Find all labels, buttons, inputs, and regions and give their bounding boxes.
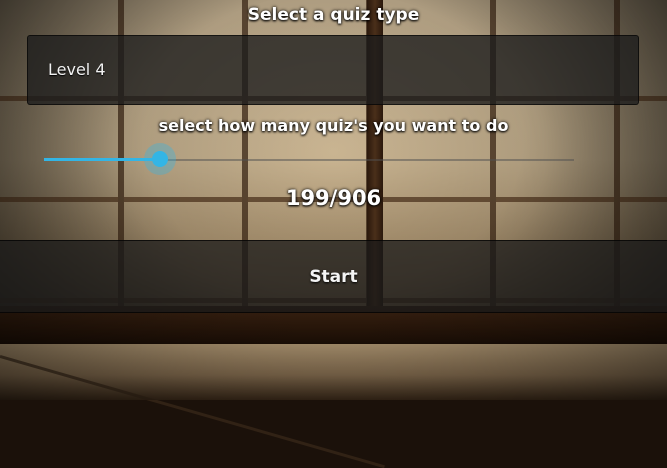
start-button[interactable]: Start xyxy=(0,240,667,313)
tatami-floor xyxy=(0,344,667,400)
quiz-count-slider[interactable] xyxy=(44,142,574,178)
slider-thumb-core xyxy=(152,151,168,167)
quiz-type-selected: Level 4 xyxy=(48,60,106,79)
quiz-type-spinner[interactable]: Level 4 xyxy=(27,35,639,105)
slider-thumb[interactable] xyxy=(144,143,176,175)
quiz-count-display: 199/906 xyxy=(285,186,382,210)
slider-label: select how many quiz's you want to do xyxy=(158,116,509,135)
slider-fill xyxy=(44,158,160,161)
start-button-label: Start xyxy=(309,267,358,287)
screen-title: Select a quiz type xyxy=(247,5,420,25)
